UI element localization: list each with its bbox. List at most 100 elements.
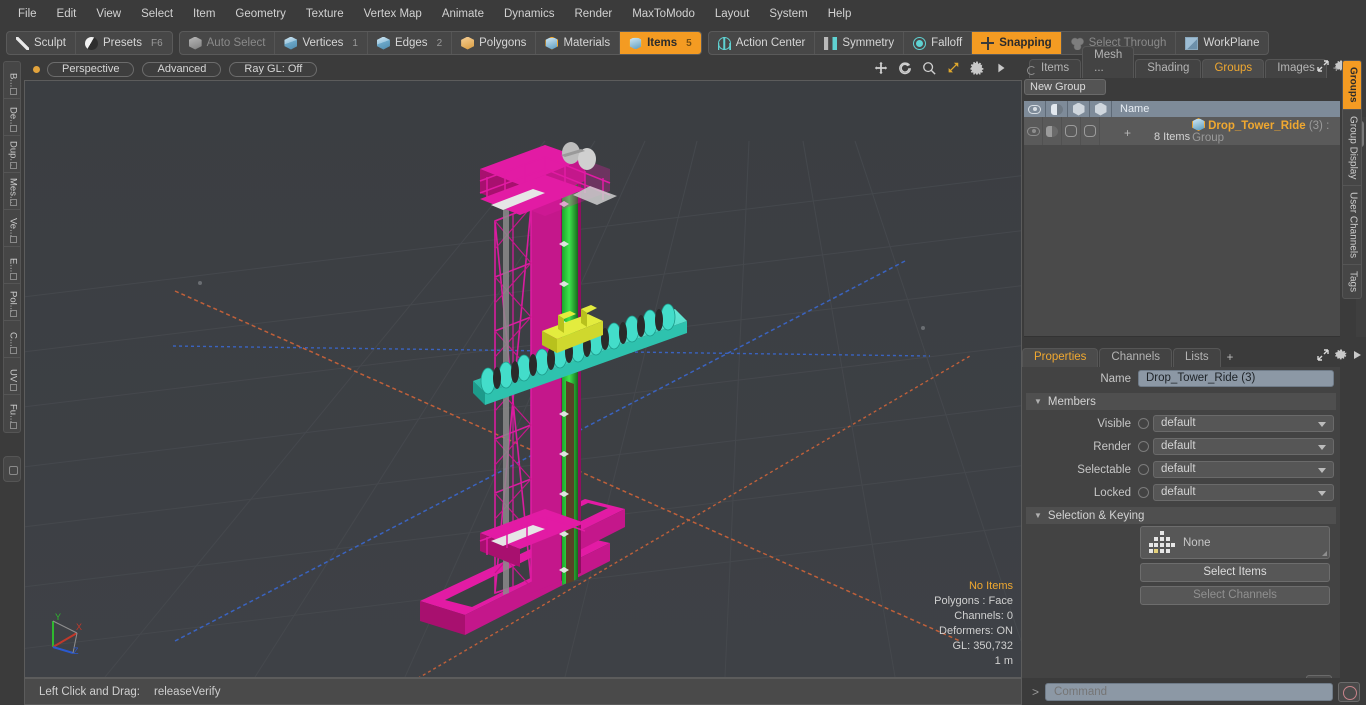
side-tab-label: User Channels <box>1347 191 1359 259</box>
tab-groups[interactable]: Groups <box>1202 59 1265 78</box>
row-expander[interactable]: + <box>1124 126 1131 140</box>
tab-shading[interactable]: Shading <box>1135 59 1202 78</box>
toolbar-vertices-button[interactable]: Vertices 1 <box>275 32 368 54</box>
expand-icon[interactable] <box>1317 349 1329 361</box>
select-items-button[interactable]: Select Items <box>1140 563 1330 582</box>
toolbar-polygons-button[interactable]: Polygons <box>452 32 537 54</box>
property-enable-radio[interactable] <box>1138 418 1149 429</box>
side-tab-group-display[interactable]: Group Display <box>1343 110 1361 186</box>
left-tab-7[interactable]: C... <box>4 321 20 358</box>
row-select-toggle[interactable] <box>1081 117 1101 145</box>
oval-icon <box>84 36 98 50</box>
row-render-toggle[interactable] <box>1062 117 1082 145</box>
left-tab-3[interactable]: Mes... <box>4 173 20 210</box>
left-tab-0[interactable]: B... <box>4 62 20 99</box>
toolbar-falloff-button[interactable]: Falloff <box>904 32 973 54</box>
toolbar-sculpt-button[interactable]: Sculpt <box>7 32 76 54</box>
fit-icon[interactable] <box>946 61 960 75</box>
toolbar-edges-button[interactable]: Edges 2 <box>368 32 453 54</box>
toolbar-materials-button[interactable]: Materials <box>536 32 621 54</box>
menu-item-dynamics[interactable]: Dynamics <box>494 4 564 24</box>
col-render-icon[interactable] <box>1068 101 1090 117</box>
menu-item-item[interactable]: Item <box>183 4 225 24</box>
side-tab-groups[interactable]: Groups <box>1343 61 1361 110</box>
menu-item-layout[interactable]: Layout <box>705 4 760 24</box>
toolbar-items-button[interactable]: Items 5 <box>620 32 701 54</box>
menu-item-select[interactable]: Select <box>131 4 183 24</box>
col-visible-icon[interactable] <box>1024 101 1046 117</box>
tab-lists[interactable]: Lists <box>1173 348 1221 367</box>
rotate-icon[interactable] <box>898 61 912 75</box>
command-record-button[interactable] <box>1338 681 1360 702</box>
play-icon[interactable] <box>1353 350 1362 360</box>
toolbar-item-label: Polygons <box>479 37 527 49</box>
tab-channels[interactable]: Channels <box>1099 348 1173 367</box>
left-tab-4[interactable]: Ve... <box>4 210 20 247</box>
property-dropdown-visible[interactable]: default <box>1153 415 1334 432</box>
axis-gizmo[interactable]: Y X Z <box>43 609 89 655</box>
menu-item-view[interactable]: View <box>86 4 131 24</box>
property-enable-radio[interactable] <box>1138 464 1149 475</box>
viewport-mode-dot[interactable] <box>33 65 40 73</box>
left-tab-8[interactable]: UV <box>4 358 20 395</box>
left-tab-5[interactable]: E... <box>4 247 20 284</box>
toolbar-symmetry-button[interactable]: Symmetry <box>815 32 905 54</box>
cube-icon <box>284 36 298 50</box>
table-row[interactable]: + Drop_Tower_Ride (3) : Group 8 Items <box>1024 117 1340 145</box>
toolbar-workplane-button[interactable]: WorkPlane <box>1176 32 1268 54</box>
add-properties-tab-button[interactable]: + <box>1222 350 1239 367</box>
selection-set-selector[interactable]: None <box>1140 526 1330 559</box>
menu-item-help[interactable]: Help <box>818 4 862 24</box>
property-enable-radio[interactable] <box>1138 487 1149 498</box>
viewport-view-mode[interactable]: Perspective <box>47 61 135 77</box>
property-dropdown-locked[interactable]: default <box>1153 484 1334 501</box>
menu-item-animate[interactable]: Animate <box>432 4 494 24</box>
tab-mesh-[interactable]: Mesh ... <box>1082 46 1135 78</box>
left-tab-6[interactable]: Pol... <box>4 284 20 321</box>
menu-item-edit[interactable]: Edit <box>47 4 87 24</box>
viewport-3d-canvas[interactable]: No Items Polygons : Face Channels: 0 Def… <box>24 80 1022 678</box>
viewport-raygl-toggle[interactable]: Ray GL: Off <box>229 61 318 77</box>
members-fields: Visible default Render default Selectable def… <box>1022 412 1340 504</box>
toolbar-item-badge: 5 <box>686 37 692 49</box>
viewport-shading-mode[interactable]: Advanced <box>142 61 222 77</box>
members-section-header[interactable]: ▼ Members <box>1026 393 1336 410</box>
side-tab-user-channels[interactable]: User Channels <box>1343 186 1361 266</box>
menu-item-file[interactable]: File <box>8 4 47 24</box>
command-input[interactable] <box>1045 682 1333 701</box>
property-dropdown-selectable[interactable]: default <box>1153 461 1334 478</box>
gear-icon[interactable] <box>1335 349 1347 361</box>
side-tab-tags[interactable]: Tags <box>1343 265 1361 298</box>
menu-item-maxtomodo[interactable]: MaxToModo <box>622 4 705 24</box>
menu-item-system[interactable]: System <box>759 4 817 24</box>
property-dropdown-render[interactable]: default <box>1153 438 1334 455</box>
row-visible-toggle[interactable] <box>1024 117 1044 145</box>
menu-item-render[interactable]: Render <box>564 4 622 24</box>
property-enable-radio[interactable] <box>1138 441 1149 452</box>
toolbar-action-center-button[interactable]: Action Center <box>709 32 816 54</box>
toolbar-presets-button[interactable]: Presets F6 <box>76 32 172 54</box>
menu-item-vertex-map[interactable]: Vertex Map <box>354 4 432 24</box>
item-tree[interactable]: + Drop_Tower_Ride (3) : Group 8 Items <box>1024 117 1340 337</box>
row-shading-toggle[interactable] <box>1043 117 1063 145</box>
toolbar-snapping-button[interactable]: Snapping <box>972 32 1062 54</box>
left-tab-2[interactable]: Dup... <box>4 136 20 173</box>
selection-keying-section-header[interactable]: ▼ Selection & Keying <box>1026 507 1336 524</box>
zoom-icon[interactable] <box>922 61 936 75</box>
left-strip-extra-button[interactable] <box>3 456 21 482</box>
gear-icon[interactable] <box>970 61 984 75</box>
tab-properties[interactable]: Properties <box>1022 348 1099 367</box>
play-icon[interactable] <box>994 61 1008 75</box>
tab-items[interactable]: Items <box>1029 59 1082 78</box>
menu-item-geometry[interactable]: Geometry <box>225 4 296 24</box>
col-select-icon[interactable] <box>1090 101 1112 117</box>
name-field[interactable]: Drop_Tower_Ride (3) <box>1138 370 1334 387</box>
expand-icon[interactable] <box>1317 60 1329 72</box>
move-icon[interactable] <box>874 61 888 75</box>
left-tab-1[interactable]: De... <box>4 99 20 136</box>
left-tab-9[interactable]: Fu... <box>4 395 20 432</box>
menu-item-texture[interactable]: Texture <box>296 4 354 24</box>
new-group-button[interactable]: New Group <box>1024 79 1106 95</box>
col-shading-icon[interactable] <box>1046 101 1068 117</box>
group-item-icon <box>1192 118 1206 131</box>
